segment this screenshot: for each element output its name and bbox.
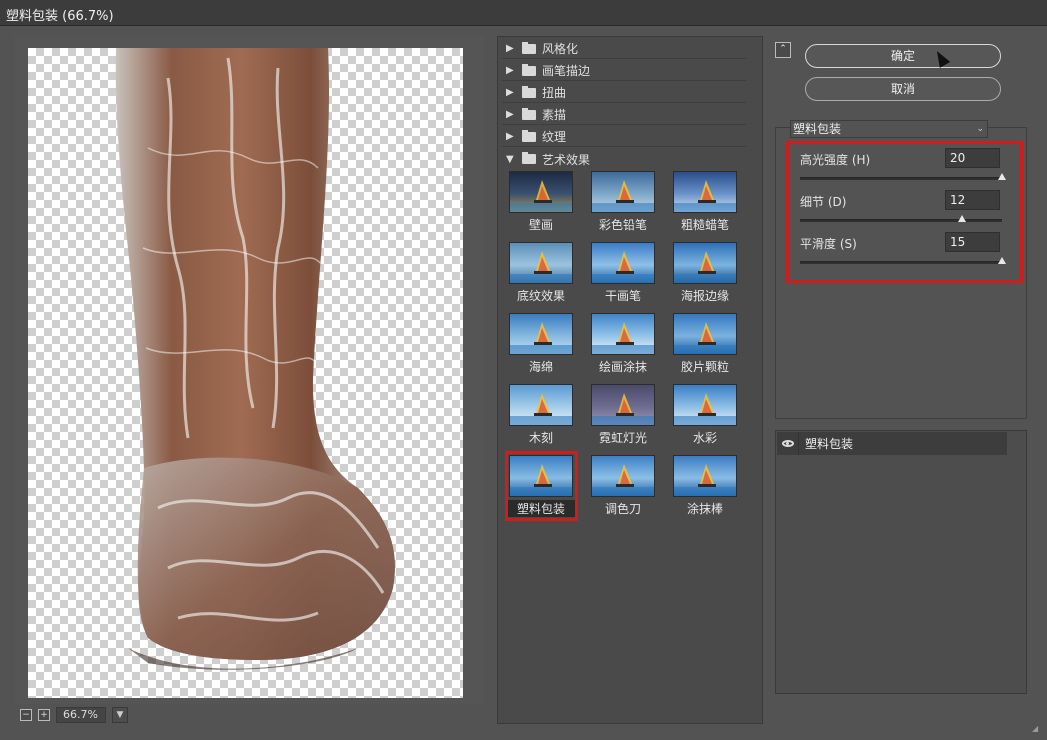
filter-thumbnail-label: 干画笔: [604, 289, 641, 303]
filter-select-value: 塑料包装: [793, 122, 842, 136]
effect-layers-panel: [775, 430, 1027, 694]
filter-thumbnail-label: 木刻: [528, 431, 553, 445]
resize-grip-icon[interactable]: ◢: [1032, 724, 1042, 734]
filter-preview-image: [673, 313, 737, 355]
folder-icon: [522, 41, 536, 54]
filter-preview-image: [673, 171, 737, 213]
expand-triangle-icon: ▶: [506, 109, 514, 120]
filter-preview-image: [591, 455, 655, 497]
folder-icon: [522, 85, 536, 98]
filter-thumbnail[interactable]: 壁画: [506, 171, 576, 233]
expand-triangle-icon: ▶: [506, 87, 514, 98]
filter-preview-image: [509, 242, 573, 284]
sailboat-icon: [592, 393, 654, 425]
filter-thumbnail[interactable]: 绘画涂抹: [588, 313, 658, 375]
folder-icon: [522, 107, 536, 120]
filter-thumbnail-label: 涂抹棒: [686, 502, 723, 516]
sailboat-icon: [510, 322, 572, 354]
fist-plastic-wrap-image: [115, 48, 395, 670]
sailboat-icon: [674, 464, 736, 496]
filter-thumbnail[interactable]: 木刻: [506, 384, 576, 446]
filter-thumbnail[interactable]: 海报边缘: [670, 242, 740, 304]
sailboat-icon: [510, 251, 572, 283]
sailboat-icon: [674, 251, 736, 283]
collapse-gallery-icon[interactable]: ⌃: [775, 42, 791, 58]
filter-thumbnail[interactable]: 底纹效果: [506, 242, 576, 304]
category-brush-strokes[interactable]: ▶ 画笔描边: [502, 61, 746, 81]
effect-layer-row[interactable]: 塑料包装: [777, 432, 1007, 455]
filter-thumbnail-label: 粗糙蜡笔: [680, 218, 729, 232]
filter-thumbnail-label: 海报边缘: [680, 289, 729, 303]
chevron-down-icon: ⌄: [976, 124, 984, 134]
sailboat-icon: [674, 180, 736, 212]
sailboat-icon: [510, 180, 572, 212]
filter-preview-image: [673, 455, 737, 497]
category-distort[interactable]: ▶ 扭曲: [502, 83, 746, 103]
visibility-toggle[interactable]: [777, 432, 799, 455]
filter-thumbnail[interactable]: 胶片颗粒: [670, 313, 740, 375]
filter-preview-image: [673, 242, 737, 284]
zoom-level[interactable]: 66.7%: [56, 707, 106, 723]
sailboat-icon: [592, 251, 654, 283]
filter-thumbnail[interactable]: 海绵: [506, 313, 576, 375]
effect-layer-name: 塑料包装: [805, 437, 854, 451]
sailboat-icon: [510, 393, 572, 425]
filter-thumbnail-label: 底纹效果: [516, 289, 565, 303]
zoom-in-button[interactable]: +: [38, 709, 50, 721]
filter-thumbnail[interactable]: 霓虹灯光: [588, 384, 658, 446]
filter-thumbnail[interactable]: 干画笔: [588, 242, 658, 304]
title-bar: 塑料包装 (66.7%): [0, 0, 1047, 26]
filter-preview-image: [591, 313, 655, 355]
category-stylize[interactable]: ▶ 风格化: [502, 39, 746, 59]
zoom-controls: − + 66.7% ▼: [20, 706, 128, 724]
params-highlight-box: [786, 141, 1023, 283]
filter-thumbnail-label: 海绵: [528, 360, 553, 374]
sailboat-icon: [674, 322, 736, 354]
filter-thumbnail-label: 彩色铅笔: [598, 218, 647, 232]
selected-filter-highlight: [505, 451, 578, 521]
filter-thumbnail-label: 胶片颗粒: [680, 360, 729, 374]
filter-thumbnail[interactable]: 水彩: [670, 384, 740, 446]
window-title: 塑料包装 (66.7%): [6, 9, 114, 24]
filter-thumbnail-label: 绘画涂抹: [598, 360, 647, 374]
category-texture[interactable]: ▶ 纹理: [502, 127, 746, 147]
filter-select[interactable]: 塑料包装 ⌄: [790, 120, 988, 138]
sailboat-icon: [592, 322, 654, 354]
eye-icon: [781, 440, 794, 447]
collapse-triangle-icon: ▼: [506, 153, 514, 165]
filter-preview-image: [509, 171, 573, 213]
cancel-button[interactable]: 取消: [805, 77, 1001, 101]
filter-thumbnail-label: 水彩: [692, 431, 717, 445]
expand-triangle-icon: ▶: [506, 65, 514, 76]
filter-preview-image: [509, 313, 573, 355]
filter-thumbnail-label: 霓虹灯光: [598, 431, 647, 445]
sailboat-icon: [592, 180, 654, 212]
folder-icon: [522, 63, 536, 76]
folder-icon: [522, 129, 536, 142]
filter-thumbnail[interactable]: 调色刀: [588, 455, 658, 517]
filter-thumbnail[interactable]: 涂抹棒: [670, 455, 740, 517]
filter-preview-image: [591, 384, 655, 426]
folder-icon: [522, 152, 536, 164]
expand-triangle-icon: ▶: [506, 131, 514, 142]
expand-triangle-icon: ▶: [506, 43, 514, 54]
filter-thumbnail[interactable]: 粗糙蜡笔: [670, 171, 740, 233]
filter-thumbnail[interactable]: 彩色铅笔: [588, 171, 658, 233]
filter-gallery-window: 塑料包装 (66.7%) − + 66.7% ▼ ▶ 风格化 ▶ 画笔描边 ▶ …: [0, 0, 1047, 740]
sailboat-icon: [592, 464, 654, 496]
filter-thumbnail-label: 调色刀: [604, 502, 641, 516]
category-artistic[interactable]: ▼ 艺术效果: [502, 149, 746, 169]
zoom-out-button[interactable]: −: [20, 709, 32, 721]
filter-thumbnail-label: 壁画: [528, 218, 553, 232]
ok-button[interactable]: 确定: [805, 44, 1001, 68]
filter-preview-image: [509, 384, 573, 426]
filter-preview-image: [591, 171, 655, 213]
zoom-dropdown-chevron-icon[interactable]: ▼: [112, 707, 128, 723]
filter-gallery-panel: ▶ 风格化 ▶ 画笔描边 ▶ 扭曲 ▶ 素描 ▶ 纹理 ▼ 艺术效果 壁画 彩色…: [497, 36, 763, 724]
filter-preview-image: [591, 242, 655, 284]
preview-canvas[interactable]: [28, 48, 463, 698]
filter-preview-image: [673, 384, 737, 426]
sailboat-icon: [674, 393, 736, 425]
category-sketch[interactable]: ▶ 素描: [502, 105, 746, 125]
